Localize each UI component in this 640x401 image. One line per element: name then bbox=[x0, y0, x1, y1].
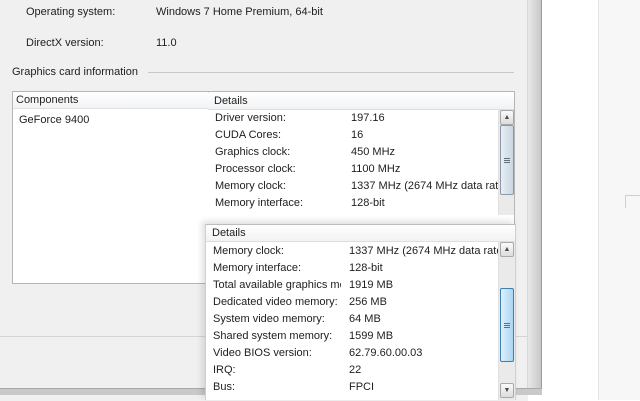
grip-icon bbox=[504, 158, 510, 159]
desktop-window-edge bbox=[625, 195, 640, 208]
detail-value: 22 bbox=[349, 364, 362, 376]
detail-value: 197.16 bbox=[351, 112, 385, 124]
detail-key: Bus: bbox=[213, 381, 236, 393]
detail-value: 16 bbox=[351, 129, 364, 141]
scroll-up-button[interactable]: ▲ bbox=[500, 242, 514, 257]
detail-value: FPCI bbox=[349, 381, 375, 393]
detail-value: 1919 MB bbox=[349, 279, 394, 291]
detail-key: Memory clock: bbox=[213, 245, 284, 257]
detail-value: 1599 MB bbox=[349, 330, 394, 342]
details-panel[interactable]: Details Driver version: 197.16 CUDA Cores:… bbox=[208, 93, 514, 215]
detail-value: 1100 MHz bbox=[351, 163, 401, 175]
detail-key: Shared system memory: bbox=[213, 330, 333, 342]
grip-icon bbox=[504, 160, 510, 161]
scroll-thumb[interactable] bbox=[500, 288, 514, 362]
detail-value: 1337 MHz (2674 MHz data rate) bbox=[349, 245, 498, 257]
detail-key: Memory interface: bbox=[215, 197, 304, 209]
detail-value: 128-bit bbox=[351, 197, 385, 209]
details-header[interactable]: Details bbox=[208, 93, 514, 110]
detail-value: 256 MB bbox=[349, 296, 387, 308]
graphics-group-label: Graphics card information bbox=[12, 66, 142, 78]
scroll-down-button[interactable]: ▼ bbox=[500, 383, 514, 398]
component-item-geforce-9400[interactable]: GeForce 9400 bbox=[19, 114, 89, 126]
detail-key: Memory clock: bbox=[215, 180, 286, 192]
grip-icon bbox=[504, 323, 510, 324]
scroll-thumb[interactable] bbox=[500, 125, 514, 195]
detail-key: IRQ: bbox=[213, 364, 236, 376]
window-frame-right bbox=[528, 0, 542, 392]
detail-key: CUDA Cores: bbox=[215, 129, 282, 141]
detail-key: Dedicated video memory: bbox=[213, 296, 338, 308]
detail-key: Video BIOS version: bbox=[213, 347, 312, 359]
detail-value: 64 MB bbox=[349, 313, 381, 325]
scroll-up-button[interactable]: ▲ bbox=[500, 110, 514, 125]
detail-key: Memory interface: bbox=[213, 262, 302, 274]
os-value: Windows 7 Home Premium, 64-bit bbox=[156, 6, 323, 18]
components-column-header[interactable]: Components bbox=[13, 92, 209, 109]
detail-value: 1337 MHz (2674 MHz data rate) bbox=[351, 180, 499, 192]
detail-key: Graphics clock: bbox=[215, 146, 291, 158]
detail-key: Driver version: bbox=[215, 112, 286, 124]
details-panel-expanded[interactable]: Details Memory clock: 1337 MHz (2674 MHz … bbox=[205, 224, 516, 400]
directx-value: 11.0 bbox=[156, 37, 177, 49]
detail-key: Total available graphics memory: bbox=[213, 279, 341, 291]
detail-value: 62.79.60.00.03 bbox=[349, 347, 423, 359]
grip-icon bbox=[504, 325, 510, 326]
detail-value: 450 MHz bbox=[351, 146, 396, 158]
details-scrollbar[interactable]: ▲ bbox=[498, 110, 514, 215]
detail-key: System video memory: bbox=[213, 313, 325, 325]
detail-key: Processor clock: bbox=[215, 163, 296, 175]
directx-label: DirectX version: bbox=[26, 37, 104, 49]
details-scrollbar[interactable]: ▲ ▼ bbox=[498, 242, 515, 400]
grip-icon bbox=[504, 162, 510, 163]
group-divider bbox=[148, 72, 514, 73]
detail-value: 128-bit bbox=[349, 262, 383, 274]
os-label: Operating system: bbox=[26, 6, 116, 18]
details-header[interactable]: Details bbox=[206, 225, 515, 242]
grip-icon bbox=[504, 327, 510, 328]
